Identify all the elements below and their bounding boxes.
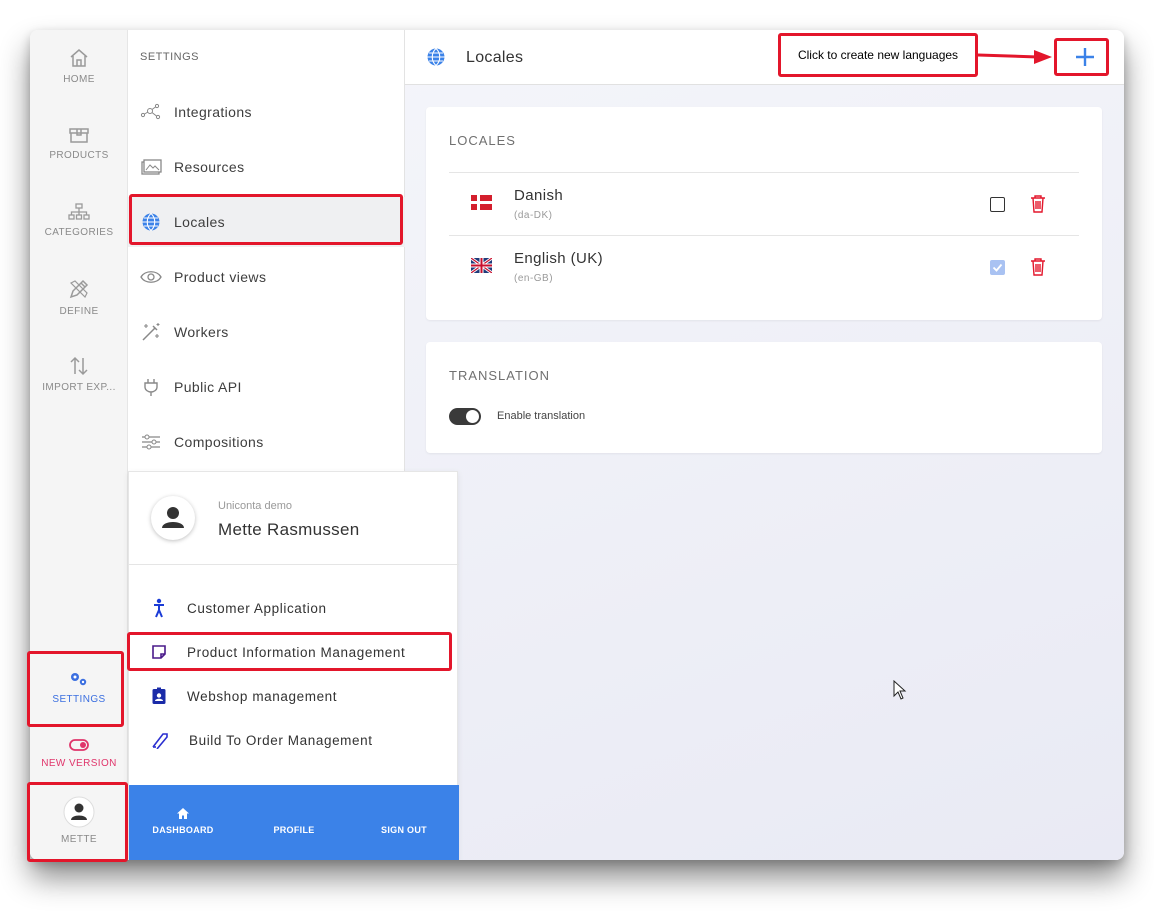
locale-code: (da-DK) [514, 210, 553, 221]
checkmark-icon [992, 263, 1003, 272]
app-window: HOME PRODUCTS CATEGORIES DEFINE IMPORT E… [30, 30, 1124, 860]
box-icon [69, 128, 89, 143]
rail-new-version-label: NEW VERSION [41, 758, 117, 769]
app-item-label: Customer Application [187, 600, 327, 616]
integrations-icon [140, 103, 161, 120]
rail-home[interactable]: HOME [30, 48, 128, 85]
user-icon [162, 507, 184, 528]
toggle-knob [466, 410, 479, 423]
app-item-label: Build To Order Management [189, 732, 373, 748]
menu-item-public-api[interactable]: Public API [128, 362, 405, 412]
rail-products-label: PRODUCTS [49, 150, 109, 161]
sign-out-button[interactable]: SIGN OUT [371, 825, 437, 835]
dashboard-button[interactable]: DASHBOARD [151, 825, 215, 835]
flag-denmark-icon [471, 195, 492, 210]
rail-user-label: METTE [61, 834, 97, 845]
avatar-icon [63, 796, 95, 828]
images-icon [141, 159, 162, 175]
home-icon [177, 808, 189, 819]
rail-categories-label: CATEGORIES [44, 227, 114, 238]
flag-uk-icon [471, 258, 492, 273]
rail-new-version[interactable]: NEW VERSION [30, 738, 128, 769]
eye-icon [140, 271, 162, 283]
trash-icon[interactable] [1030, 258, 1046, 276]
translation-toggle[interactable] [449, 408, 481, 425]
menu-item-label: Workers [174, 324, 229, 340]
globe-icon [142, 213, 160, 232]
settings-heading: SETTINGS [140, 51, 200, 63]
add-locale-button[interactable] [1073, 45, 1097, 69]
menu-item-resources[interactable]: Resources [128, 142, 405, 192]
locale-name: Danish [514, 187, 564, 204]
escalator-icon [152, 733, 168, 749]
id-badge-icon [152, 687, 166, 704]
translation-toggle-label: Enable translation [497, 410, 586, 422]
rail-user[interactable]: METTE [30, 796, 128, 845]
rail-categories[interactable]: CATEGORIES [30, 203, 128, 238]
rail-import-export-label: IMPORT EXP... [42, 382, 116, 393]
app-webshop-management[interactable]: Webshop management [129, 678, 459, 714]
home-icon [70, 49, 88, 67]
locale-checkbox[interactable] [990, 197, 1005, 212]
page-title: Locales [466, 49, 524, 66]
locale-row: English (UK) (en-GB) [449, 235, 1079, 298]
app-customer-application[interactable]: Customer Application [129, 590, 459, 626]
mouse-cursor-icon [893, 680, 907, 700]
main-content: Locales LOCALES Danish (da-DK) English (… [405, 30, 1124, 860]
pencil-ruler-icon [69, 279, 89, 299]
menu-item-label: Compositions [174, 434, 264, 450]
globe-icon [427, 48, 445, 67]
menu-item-workers[interactable]: Workers [128, 307, 405, 357]
translation-card-title: TRANSLATION [449, 368, 551, 383]
sticky-note-icon [152, 645, 166, 659]
toggle-icon [69, 739, 89, 751]
avatar [151, 496, 195, 540]
menu-item-label: Resources [174, 159, 245, 175]
menu-item-label: Public API [174, 379, 242, 395]
menu-item-product-views[interactable]: Product views [128, 252, 405, 302]
sliders-icon [142, 434, 160, 450]
locale-row: Danish (da-DK) [449, 172, 1079, 235]
magic-wand-icon [142, 323, 160, 341]
menu-item-label: Locales [174, 214, 226, 230]
locale-code: (en-GB) [514, 273, 554, 284]
sitemap-icon [68, 203, 90, 220]
callout-text: Click to create new languages [797, 48, 959, 62]
locales-card: LOCALES Danish (da-DK) English (UK) (en-… [426, 107, 1102, 320]
arrows-updown-icon [70, 356, 88, 376]
menu-item-label: Integrations [174, 104, 252, 120]
locale-checkbox[interactable] [990, 260, 1005, 275]
organization-name: Uniconta demo [218, 500, 292, 512]
arrow-icon [978, 50, 1052, 64]
person-icon [154, 598, 164, 618]
locales-card-title: LOCALES [449, 133, 516, 148]
app-item-label: Product Information Management [187, 644, 406, 660]
rail-define-label: DEFINE [59, 306, 99, 317]
menu-item-locales[interactable]: Locales [128, 197, 405, 247]
callout-box: Click to create new languages [778, 33, 978, 77]
locale-name: English (UK) [514, 250, 603, 267]
trash-icon[interactable] [1030, 195, 1046, 213]
divider [129, 564, 459, 565]
rail-settings-label: SETTINGS [52, 694, 106, 705]
gears-icon [71, 673, 87, 686]
rail-products[interactable]: PRODUCTS [30, 126, 128, 161]
profile-popup: Uniconta demo Mette Rasmussen Customer A… [128, 471, 459, 860]
profile-button[interactable]: PROFILE [264, 825, 324, 835]
popup-footer: DASHBOARD PROFILE SIGN OUT [129, 785, 459, 860]
left-rail: HOME PRODUCTS CATEGORIES DEFINE IMPORT E… [30, 30, 128, 860]
rail-settings[interactable]: SETTINGS [30, 670, 128, 705]
plug-icon [144, 379, 158, 396]
app-product-information-management[interactable]: Product Information Management [129, 634, 459, 670]
menu-item-compositions[interactable]: Compositions [128, 417, 405, 467]
rail-define[interactable]: DEFINE [30, 278, 128, 317]
rail-home-label: HOME [63, 74, 95, 85]
translation-card: TRANSLATION Enable translation [426, 342, 1102, 453]
menu-item-integrations[interactable]: Integrations [128, 87, 405, 137]
app-build-to-order-management[interactable]: Build To Order Management [129, 722, 459, 758]
app-item-label: Webshop management [187, 688, 338, 704]
user-name: Mette Rasmussen [218, 520, 360, 539]
menu-item-label: Product views [174, 269, 267, 285]
rail-import-export[interactable]: IMPORT EXP... [30, 356, 128, 393]
